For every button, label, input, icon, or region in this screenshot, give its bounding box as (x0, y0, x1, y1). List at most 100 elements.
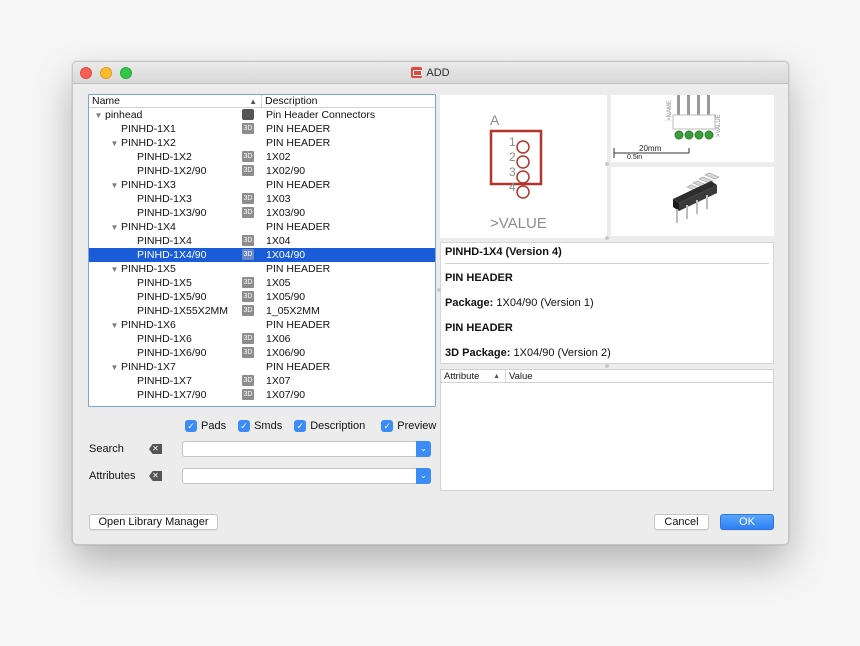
tree-row[interactable]: PINHD-1X2 3D 1X02 (89, 150, 435, 164)
symbol-drawing: A 1 2 3 4 >VALUE (489, 112, 547, 232)
library-tree[interactable]: Name ▲ Description ▼ pinhead Pin Header Co… (88, 94, 436, 407)
device-description: PIN HEADER (445, 272, 513, 284)
tree-row[interactable]: PINHD-1X5 3D 1X05 (89, 276, 435, 290)
tree-row[interactable]: ▼ PINHD-1X5 PIN HEADER (89, 262, 435, 276)
tree-row[interactable]: PINHD-1X4/90 3D 1X04/90 (89, 248, 435, 262)
tree-row-description: PIN HEADER (266, 263, 331, 275)
symbol-value-text: >VALUE (490, 215, 547, 232)
splitter-handle[interactable] (605, 364, 609, 368)
tree-row[interactable]: PINHD-1X1 3D PIN HEADER (89, 122, 435, 136)
open-library-manager-button[interactable]: Open Library Manager (89, 514, 218, 530)
tree-row-name: PINHD-1X5 (137, 277, 192, 289)
tree-row[interactable]: PINHD-1X6 3D 1X06 (89, 332, 435, 346)
tree-row-description: 1X05/90 (266, 291, 306, 303)
column-header-value[interactable]: Value (506, 370, 533, 382)
tree-row-name: PINHD-1X5/90 (137, 291, 207, 303)
column-header-description[interactable]: Description (262, 95, 318, 107)
add-dialog: ADD Name ▲ Description ▼ pinhead Pin Heade… (72, 61, 789, 545)
tree-row-description: Pin Header Connectors (266, 109, 376, 121)
smds-checkbox[interactable]: ✓ Smds (238, 420, 282, 432)
tree-row-name: PINHD-1X7 (121, 361, 176, 373)
ok-button[interactable]: OK (720, 514, 774, 530)
tree-row-description: 1X03 (266, 193, 291, 205)
expand-triangle-icon[interactable]: ▼ (93, 111, 104, 120)
tree-row[interactable]: ▼ PINHD-1X2 PIN HEADER (89, 136, 435, 150)
expand-triangle-icon[interactable]: ▼ (109, 265, 120, 274)
package-preview: >NAME >VALUE 20mm 0.5in (611, 95, 774, 162)
3d-model-icon: 3D (242, 249, 254, 260)
tree-row-name: PINHD-1X3/90 (137, 207, 207, 219)
tree-row[interactable]: PINHD-1X7/90 3D 1X07/90 (89, 388, 435, 402)
package3d-info: 3D Package: 1X04/90 (Version 2) (445, 347, 611, 359)
tree-row[interactable]: PINHD-1X2/90 3D 1X02/90 (89, 164, 435, 178)
expand-triangle-icon[interactable]: ▼ (109, 223, 120, 232)
tree-row[interactable]: PINHD-1X3 3D 1X03 (89, 192, 435, 206)
window-controls (80, 67, 132, 79)
description-checkbox[interactable]: ✓ Description (294, 420, 365, 432)
symbol-outline (489, 129, 543, 186)
window-title: ADD (426, 66, 450, 79)
3d-model-icon: 3D (242, 277, 254, 288)
package-value-text: >VALUE (716, 114, 722, 137)
tree-row[interactable]: ▼ pinhead Pin Header Connectors (89, 108, 435, 122)
3d-preview (611, 167, 774, 236)
tree-row-name: PINHD-1X4/90 (137, 249, 207, 261)
column-header-attribute[interactable]: Attribute ▲ (441, 370, 506, 382)
expand-triangle-icon[interactable]: ▼ (109, 363, 120, 372)
clear-attributes-icon[interactable]: ✕ (149, 471, 162, 481)
tree-row[interactable]: PINHD-1X55X2MM 3D 1_05X2MM (89, 304, 435, 318)
expand-triangle-icon[interactable]: ▼ (109, 139, 120, 148)
search-dropdown-chevron-icon[interactable]: ⌄ (416, 441, 431, 457)
expand-triangle-icon[interactable]: ▼ (109, 181, 120, 190)
tree-row[interactable]: ▼ PINHD-1X6 PIN HEADER (89, 318, 435, 332)
tree-row[interactable]: PINHD-1X6/90 3D 1X06/90 (89, 346, 435, 360)
tree-row-description: 1X03/90 (266, 207, 306, 219)
tree-row[interactable]: PINHD-1X5/90 3D 1X05/90 (89, 290, 435, 304)
tree-row-name: PINHD-1X3 (137, 193, 192, 205)
tree-row-name: PINHD-1X55X2MM (137, 305, 229, 317)
splitter-handle[interactable] (605, 162, 609, 166)
tree-row[interactable]: ▼ PINHD-1X7 PIN HEADER (89, 360, 435, 374)
minimize-window-button[interactable] (100, 67, 112, 79)
search-label: Search (89, 443, 124, 455)
3d-model-icon: 3D (242, 165, 254, 176)
library-icon (242, 109, 254, 120)
3d-model-icon: 3D (242, 305, 254, 316)
pin-2-circle (516, 155, 530, 169)
attributes-dropdown-chevron-icon[interactable]: ⌄ (416, 468, 431, 484)
pads-checkbox[interactable]: ✓ Pads (185, 420, 226, 432)
3d-header-image (673, 172, 720, 223)
attributes-input[interactable]: ⌄ (182, 468, 431, 484)
tree-row[interactable]: ▼ PINHD-1X4 PIN HEADER (89, 220, 435, 234)
pin-number-1: 1 (509, 135, 516, 149)
tree-row-description: 1X04 (266, 235, 291, 247)
tree-row[interactable]: PINHD-1X4 3D 1X04 (89, 234, 435, 248)
tree-header: Name ▲ Description (89, 95, 435, 108)
tree-row[interactable]: PINHD-1X7 3D 1X07 (89, 374, 435, 388)
pin-3-circle (516, 170, 530, 184)
sort-ascending-icon: ▲ (493, 373, 500, 380)
3d-model-icon: 3D (242, 347, 254, 358)
splitter-handle[interactable] (605, 236, 609, 240)
column-header-name[interactable]: Name ▲ (89, 95, 262, 107)
search-input[interactable]: ⌄ (182, 441, 431, 457)
tree-body: ▼ pinhead Pin Header Connectors PINHD-1X1 3D… (89, 108, 435, 402)
package-drawing: >NAME >VALUE 20mm 0.5in (613, 95, 722, 161)
device-info-panel: PINHD-1X4 (Version 4) PIN HEADER Package… (440, 242, 774, 364)
preview-checkbox[interactable]: ✓ Preview (381, 420, 436, 432)
close-window-button[interactable] (80, 67, 92, 79)
tree-row-name: PINHD-1X7 (137, 375, 192, 387)
attributes-row: Attributes ✕ ⌄ (89, 468, 431, 484)
tree-row[interactable]: PINHD-1X3/90 3D 1X03/90 (89, 206, 435, 220)
clear-search-icon[interactable]: ✕ (149, 444, 162, 454)
tree-row-name: PINHD-1X1 (121, 123, 176, 135)
attribute-table[interactable]: Attribute ▲ Value (440, 369, 774, 491)
attribute-table-header: Attribute ▲ Value (441, 370, 773, 383)
tree-row-name: PINHD-1X6/90 (137, 347, 207, 359)
tree-row[interactable]: ▼ PINHD-1X3 PIN HEADER (89, 178, 435, 192)
3d-model-icon: 3D (242, 207, 254, 218)
cancel-button[interactable]: Cancel (654, 514, 709, 530)
zoom-window-button[interactable] (120, 67, 132, 79)
expand-triangle-icon[interactable]: ▼ (109, 321, 120, 330)
splitter-handle[interactable] (437, 288, 441, 292)
